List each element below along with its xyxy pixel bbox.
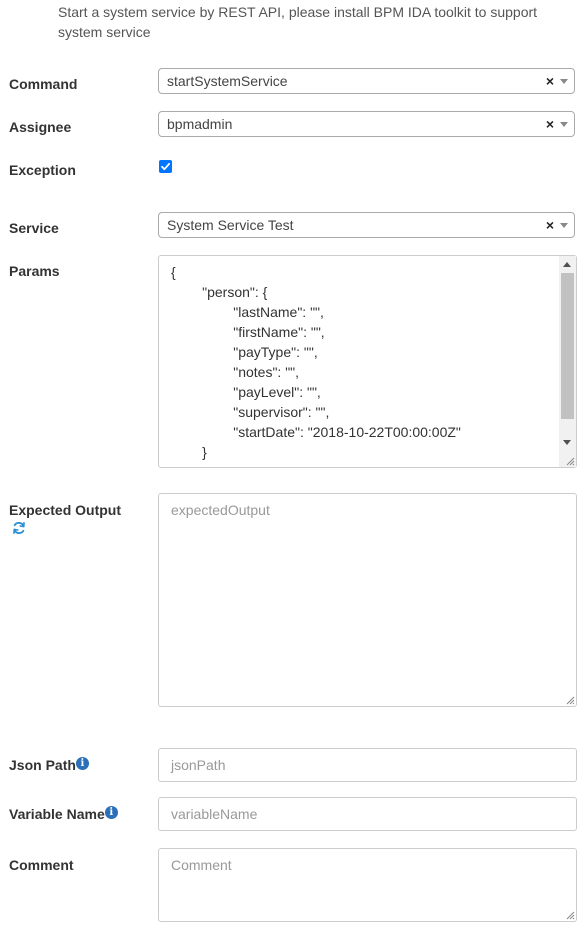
refresh-icon[interactable] xyxy=(12,521,26,535)
service-label: Service xyxy=(9,220,59,236)
expected-output-textarea[interactable]: expectedOutput xyxy=(158,493,577,707)
json-path-label: Json Path i xyxy=(9,755,89,775)
variable-name-label: Variable Name i xyxy=(9,804,118,824)
service-select-value: System Service Test xyxy=(167,217,294,233)
params-line: "notes": "", xyxy=(171,364,300,380)
command-select[interactable]: startSystemService × xyxy=(158,68,575,94)
command-select-value: startSystemService xyxy=(167,73,288,89)
checkmark-icon xyxy=(161,162,171,171)
params-line: "payType": "", xyxy=(171,344,318,360)
params-line: "startDate": "2018-10-22T00:00:00Z" xyxy=(171,424,461,440)
exception-label: Exception xyxy=(9,162,76,178)
chevron-down-icon[interactable] xyxy=(560,223,568,228)
comment-placeholder: Comment xyxy=(171,857,232,873)
params-textarea[interactable]: { "person": { "lastName": "", "firstName… xyxy=(158,255,577,468)
json-path-placeholder: jsonPath xyxy=(171,757,226,773)
variable-name-label-text: Variable Name xyxy=(9,806,105,822)
assignee-select[interactable]: bpmadmin × xyxy=(158,111,575,137)
params-line: { xyxy=(171,264,176,280)
clear-icon[interactable]: × xyxy=(546,115,554,133)
params-line: "supervisor": "", xyxy=(171,404,330,420)
params-line: } xyxy=(171,444,207,460)
exception-checkbox[interactable] xyxy=(159,160,172,173)
assignee-select-value: bpmadmin xyxy=(167,116,233,132)
params-line: "payLevel": "", xyxy=(171,384,321,400)
command-label: Command xyxy=(9,76,78,92)
params-scrollbar[interactable] xyxy=(559,256,576,467)
chevron-down-icon[interactable] xyxy=(560,122,568,127)
variable-name-input[interactable]: variableName xyxy=(158,797,577,831)
params-code: { "person": { "lastName": "", "firstName… xyxy=(171,262,556,467)
resize-handle-icon[interactable] xyxy=(565,695,575,705)
info-circle-icon[interactable]: i xyxy=(75,757,89,770)
step-editor-form: Start a system service by REST API, plea… xyxy=(0,0,582,931)
variable-name-placeholder: variableName xyxy=(171,806,258,822)
json-path-input[interactable]: jsonPath xyxy=(158,748,577,782)
clear-icon[interactable]: × xyxy=(546,216,554,234)
params-line: "person": { xyxy=(171,284,268,300)
params-line: } xyxy=(171,462,556,467)
clear-icon[interactable]: × xyxy=(546,72,554,90)
command-description: Start a system service by REST API, plea… xyxy=(58,4,538,40)
resize-handle-icon[interactable] xyxy=(565,910,575,920)
resize-handle-icon[interactable] xyxy=(565,456,575,466)
info-circle-icon[interactable]: i xyxy=(104,806,118,819)
comment-label: Comment xyxy=(9,857,74,873)
service-select[interactable]: System Service Test × xyxy=(158,212,575,238)
scroll-up-icon[interactable] xyxy=(563,262,571,267)
scroll-down-icon[interactable] xyxy=(563,440,571,445)
params-line: "lastName": "", xyxy=(171,304,324,320)
comment-textarea[interactable]: Comment xyxy=(158,848,577,922)
params-line: "firstName": "", xyxy=(171,324,325,340)
params-label: Params xyxy=(9,263,60,279)
expected-output-placeholder: expectedOutput xyxy=(171,502,270,518)
json-path-label-text: Json Path xyxy=(9,757,76,773)
expected-output-label: Expected Output xyxy=(9,502,122,518)
assignee-label: Assignee xyxy=(9,119,72,135)
chevron-down-icon[interactable] xyxy=(560,79,568,84)
scrollbar-thumb[interactable] xyxy=(561,273,574,419)
